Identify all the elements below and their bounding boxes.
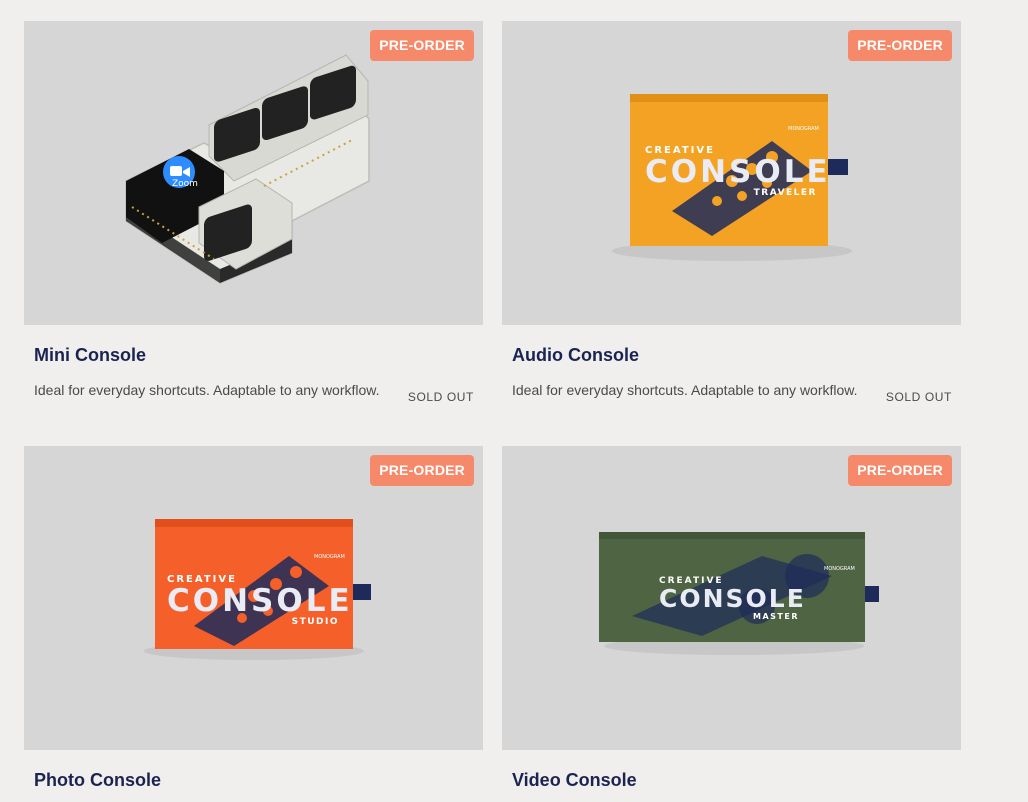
box-brand: MONOGRAM: [788, 126, 819, 132]
box-title: CONSOLE: [659, 584, 806, 613]
product-image-link[interactable]: CREATIVE CONSOLE STUDIO MONOGRAM PRE-ORD…: [24, 446, 483, 750]
product-title[interactable]: Photo Console: [34, 770, 161, 791]
product-image-link[interactable]: CREATIVE CONSOLE TRAVELER MONOGRAM PRE-O…: [502, 21, 961, 325]
mini-console-device-image: [125, 54, 370, 284]
product-title[interactable]: Video Console: [512, 770, 637, 791]
product-card-video-console: CREATIVE CONSOLE MASTER MONOGRAM PRE-ORD…: [502, 446, 961, 790]
device-screen-label: Zoom: [172, 179, 198, 189]
preorder-badge: PRE-ORDER: [848, 30, 952, 61]
product-title[interactable]: Audio Console: [512, 345, 639, 366]
box-brand: MONOGRAM: [314, 554, 345, 560]
product-card-photo-console: CREATIVE CONSOLE STUDIO MONOGRAM PRE-ORD…: [24, 446, 483, 790]
stock-status: SOLD OUT: [885, 390, 952, 404]
box-artwork-text: CREATIVE CONSOLE STUDIO: [167, 574, 353, 627]
box-brand: MONOGRAM: [824, 566, 855, 572]
box-title: CONSOLE: [167, 583, 353, 619]
box-edition: MASTER: [753, 612, 799, 621]
product-image-link[interactable]: CREATIVE CONSOLE MASTER MONOGRAM PRE-ORD…: [502, 446, 961, 750]
product-description: Ideal for everyday shortcuts. Adaptable …: [512, 382, 858, 398]
product-image-link[interactable]: Zoom PRE-ORDER: [24, 21, 483, 325]
box-title: CONSOLE: [645, 154, 831, 190]
preorder-badge: PRE-ORDER: [370, 30, 474, 61]
preorder-badge: PRE-ORDER: [848, 455, 952, 486]
product-card-audio-console: CREATIVE CONSOLE TRAVELER MONOGRAM PRE-O…: [502, 21, 961, 404]
product-title[interactable]: Mini Console: [34, 345, 146, 366]
box-artwork-text: CREATIVE CONSOLE TRAVELER: [645, 145, 831, 198]
box-artwork-text: CREATIVE CONSOLE MASTER: [659, 576, 806, 621]
product-card-mini-console: Zoom PRE-ORDER Mini Console Ideal for ev…: [24, 21, 483, 404]
stock-status: SOLD OUT: [407, 390, 474, 404]
product-grid: Zoom PRE-ORDER Mini Console Ideal for ev…: [0, 0, 1028, 802]
preorder-badge: PRE-ORDER: [370, 455, 474, 486]
product-description: Ideal for everyday shortcuts. Adaptable …: [34, 382, 380, 398]
